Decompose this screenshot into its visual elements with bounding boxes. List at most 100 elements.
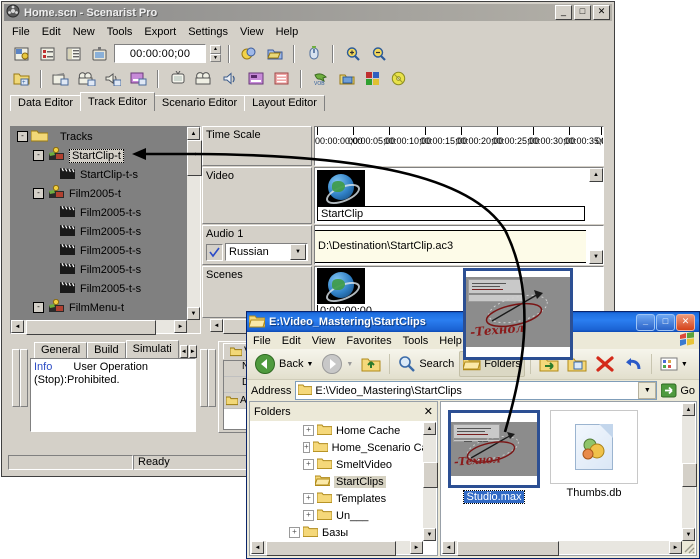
script-icon[interactable] [270,68,293,90]
tree-item-tracks[interactable]: - Tracks [11,127,187,146]
tree-vertical-scrollbar[interactable]: ▲ ▼ [187,127,200,320]
scroll-thumb[interactable] [26,320,156,335]
expand-icon[interactable]: + [303,442,310,453]
collapse-icon[interactable]: - [17,131,28,142]
undo-button[interactable] [620,352,646,376]
chevron-down-icon[interactable]: ▼ [681,361,688,368]
add-subtitle-icon[interactable] [127,68,150,90]
resize-grip[interactable] [682,541,695,554]
file-item-label[interactable]: Thumbs.db [564,487,623,499]
tab-build[interactable]: Build [87,342,125,358]
close-button[interactable]: ✕ [593,5,610,20]
views-button[interactable]: ▼ [657,352,691,376]
timeline-track-video[interactable]: StartClip ▲ [314,167,604,224]
scroll-down-button[interactable]: ▼ [187,307,200,320]
timeline-track-audio[interactable]: D:\Destination\StartClip.ac3 ▼ [314,225,604,265]
expand-icon[interactable]: + [303,459,314,470]
tree-item-film2005-t-s[interactable]: Film2005-t-s [11,279,187,298]
folder-item-smeltvideo[interactable]: + SmeltVideo [251,456,423,473]
scroll-thumb[interactable] [682,463,697,487]
search-button[interactable]: Search [395,352,457,376]
audio-scroll-down-button[interactable]: ▼ [589,250,603,264]
menu-item-help[interactable]: Help [439,335,462,347]
menu-item-file[interactable]: File [12,26,30,38]
folder-open-icon[interactable] [263,43,286,65]
expand-icon[interactable]: + [303,425,314,436]
expand-icon[interactable] [303,477,312,486]
timecode-field[interactable]: 00:00:00;00 [114,44,206,63]
video-scroll-up-button[interactable]: ▲ [589,168,603,182]
go-button[interactable]: Go [661,383,699,398]
layout-editor-icon[interactable] [88,43,111,65]
scroll-up-button[interactable]: ▲ [423,422,436,435]
file-item-thumbs-db[interactable]: Thumbs.db [547,410,641,499]
scroll-right-button[interactable]: ► [410,541,423,554]
scroll-thumb[interactable] [423,462,438,488]
tab-data-editor[interactable]: Data Editor [10,95,81,111]
files-horizontal-scrollbar[interactable]: ◄ ► [442,541,682,554]
scroll-left-button[interactable]: ◄ [442,541,455,554]
folder-item-home-scenario-cache[interactable]: + Home_Scenario Cac [251,439,423,456]
simulate-icon[interactable] [237,43,260,65]
chevron-down-icon[interactable]: ▼ [638,382,656,399]
tab-scenario-editor[interactable]: Scenario Editor [154,95,245,111]
scroll-left-button[interactable]: ◄ [210,319,223,332]
zoom-in-icon[interactable] [341,43,364,65]
scroll-left-button[interactable]: ◄ [11,320,24,333]
menu-item-export[interactable]: Export [144,26,176,38]
scroll-thumb[interactable] [266,541,396,556]
tree-item-film2005-t-s[interactable]: Film2005-t-s [11,260,187,279]
tab-scroll-right-button[interactable]: ► [189,345,197,358]
dock-grip[interactable] [12,349,20,407]
audio-clip-bar[interactable]: D:\Destination\StartClip.ac3 [315,230,586,263]
minimize-button[interactable]: _ [555,5,572,20]
files-pane[interactable]: -Технол Studio.max Thumbs.db [440,401,697,556]
chevron-down-icon[interactable]: ▼ [306,361,313,368]
forward-button[interactable]: ▼ [318,352,356,376]
tab-general[interactable]: General [34,342,87,358]
menu-item-tools[interactable]: Tools [403,335,429,347]
scroll-up-button[interactable]: ▲ [682,403,695,416]
maximize-button[interactable]: □ [656,314,675,331]
disc-icon[interactable] [387,68,410,90]
zoom-out-icon[interactable] [367,43,390,65]
export-vob-icon[interactable]: VOB [309,68,332,90]
tree-item-film2005-t[interactable]: - Film2005-t [11,184,187,203]
dock-grip[interactable] [208,349,216,407]
scroll-thumb[interactable] [187,140,202,176]
menu-item-settings[interactable]: Settings [188,26,228,38]
minimize-button[interactable]: _ [636,314,655,331]
menu-item-edit[interactable]: Edit [282,335,301,347]
collapse-icon[interactable]: - [33,188,44,199]
tree-horizontal-scrollbar[interactable]: ◄ ► [11,320,187,333]
tree-item-startclip-t[interactable]: - StartClip-t [11,146,187,165]
folders-horizontal-scrollbar[interactable]: ◄ ► [251,541,423,554]
menu-item-new[interactable]: New [73,26,95,38]
video-clip-bar[interactable]: StartClip [317,206,585,221]
collapse-icon[interactable]: - [33,150,44,161]
tab-simulation[interactable]: Simulati [126,340,179,358]
mouse-icon[interactable] [302,43,325,65]
menu-item-help[interactable]: Help [276,26,299,38]
expand-icon[interactable]: + [303,493,314,504]
timeline-ruler[interactable]: 00:00:00;00 00:00:05;00 00:00:10;00 00:0… [314,126,604,166]
speaker-icon[interactable] [218,68,241,90]
close-button[interactable]: ✕ [676,314,695,331]
add-audio-icon[interactable] [101,68,124,90]
tree-item-film2005-t-s[interactable]: Film2005-t-s [11,203,187,222]
scroll-down-button[interactable]: ▼ [682,528,695,541]
menu-item-view[interactable]: View [312,335,336,347]
preview-icon[interactable] [335,68,358,90]
movie-icon[interactable] [192,68,215,90]
data-editor-icon[interactable] [10,43,33,65]
chevron-down-icon[interactable]: ▼ [290,244,306,260]
file-item-studio-max[interactable]: -Технол Studio.max [447,410,541,503]
scenario-editor-icon[interactable] [62,43,85,65]
log-output[interactable]: Info User Operation (Stop):Prohibited. [30,358,196,432]
add-video-icon[interactable] [75,68,98,90]
chevron-down-icon[interactable]: ▼ [346,361,353,368]
expand-icon[interactable]: + [303,510,314,521]
video-icon[interactable] [166,68,189,90]
files-vertical-scrollbar[interactable]: ▲ ▼ [682,403,695,541]
tree-item-filmmenu-t[interactable]: - FilmMenu-t [11,298,187,317]
